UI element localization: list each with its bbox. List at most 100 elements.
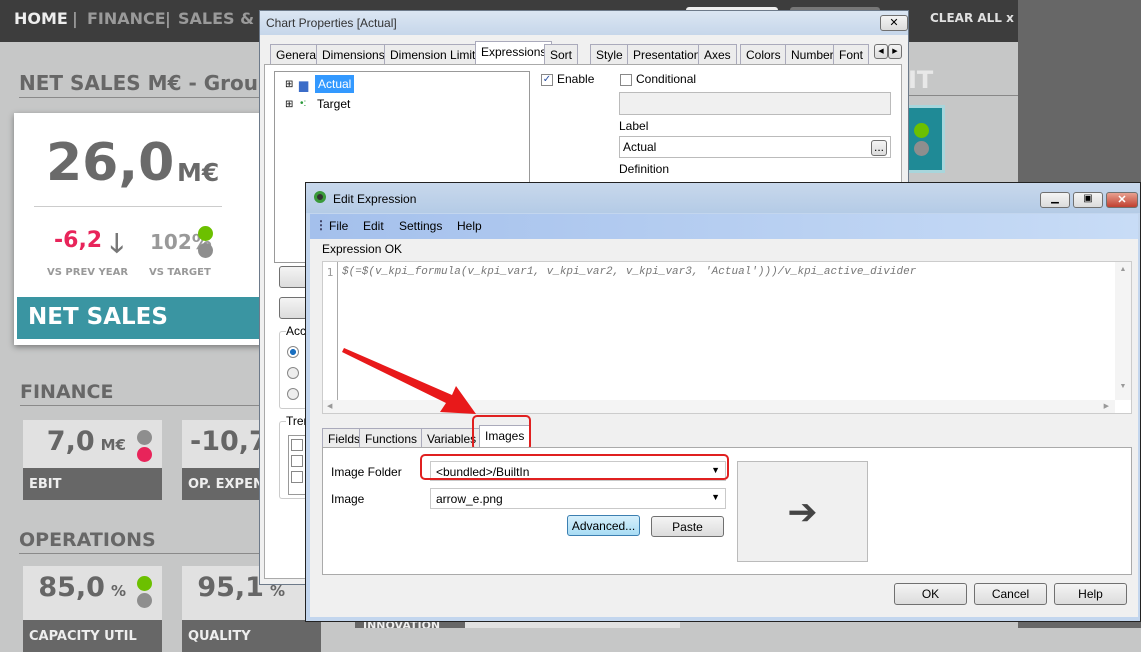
kpi-value: 85,0%: [38, 572, 126, 603]
dropdown-arrow-icon: ▼: [711, 492, 720, 502]
net-sales-value: 26,0: [46, 133, 175, 193]
bar-chart-icon: ▆: [299, 78, 309, 92]
delta-value: -6,2: [54, 228, 103, 253]
kpi-value: -10,7: [190, 426, 268, 457]
checkbox[interactable]: [291, 455, 303, 467]
clear-all-label: CLEAR ALL: [930, 11, 1002, 25]
nav-home[interactable]: HOME: [14, 9, 68, 28]
tab-colors[interactable]: Colors: [740, 44, 787, 65]
image-folder-label: Image Folder: [331, 465, 402, 479]
kpi-unit: M€: [100, 436, 126, 454]
enable-checkbox[interactable]: ✓ Enable: [541, 72, 594, 86]
paste-button[interactable]: Paste: [651, 516, 724, 537]
close-button[interactable]: ✕: [1106, 192, 1138, 208]
conditional-input[interactable]: [619, 92, 891, 115]
expand-icon[interactable]: ⊞: [285, 79, 293, 90]
section-title-right: IT: [908, 66, 1018, 96]
tab-style[interactable]: Style: [590, 44, 629, 65]
kpi-number: 85,0: [38, 572, 105, 603]
conditional-checkbox[interactable]: Conditional: [620, 72, 696, 86]
label-ellipsis-button[interactable]: ...: [871, 140, 887, 156]
radio-selected[interactable]: [287, 346, 299, 358]
advanced-button[interactable]: Advanced...: [567, 515, 640, 536]
net-sales-unit: M€: [177, 158, 220, 187]
kpi-label: EBIT: [23, 468, 162, 500]
tab-number[interactable]: Number: [785, 44, 840, 65]
tab-scroll-right[interactable]: ▶: [888, 44, 902, 59]
advanced-label: Advanced...: [571, 519, 636, 533]
image-label: Image: [331, 492, 365, 506]
vertical-scrollbar[interactable]: ▲ ▼: [1115, 262, 1131, 400]
close-icon: x: [1006, 11, 1014, 25]
section-operations: OPERATIONS: [19, 529, 259, 554]
status-dot-green: [914, 123, 929, 138]
close-button[interactable]: ✕: [880, 15, 908, 31]
divider: [34, 206, 222, 207]
kpi-card-right[interactable]: [908, 105, 945, 173]
help-button[interactable]: Help: [1054, 583, 1127, 605]
checkbox-checked: ✓: [541, 73, 553, 86]
tab-axes[interactable]: Axes: [698, 44, 737, 65]
title-bar: Chart Properties [Actual] ✕: [260, 11, 908, 35]
image-preview-arrow-icon: ➔: [737, 461, 868, 562]
kpi-value: 7,0 M€: [47, 426, 126, 457]
ok-button[interactable]: OK: [894, 583, 967, 605]
tab-expressions[interactable]: Expressions: [475, 41, 553, 65]
dialog-title: Chart Properties [Actual]: [266, 16, 397, 30]
qlikview-logo-icon: [314, 191, 326, 203]
cancel-button[interactable]: Cancel: [974, 583, 1047, 605]
status-dot-red: [137, 447, 152, 462]
status-dot-gray: [198, 243, 213, 258]
tab-dimensions[interactable]: Dimensions: [316, 44, 391, 65]
tree-item-actual[interactable]: Actual: [315, 75, 355, 93]
pct-label: VS TARGET: [149, 267, 211, 278]
radio[interactable]: [287, 367, 299, 379]
menu-bar: ⋮ File Edit Settings Help: [310, 214, 1138, 239]
status-dot-green: [198, 226, 213, 241]
menu-settings[interactable]: Settings: [399, 219, 442, 233]
maximize-button[interactable]: ▣: [1073, 192, 1103, 208]
clear-all-button[interactable]: CLEAR ALL x: [930, 11, 1014, 25]
net-sales-card[interactable]: 26,0 M€ -6,2 🡓 102% VS PREV YEAR VS TARG…: [14, 113, 276, 345]
nav-separator: |: [165, 9, 171, 28]
highlight-box: [420, 454, 729, 480]
highlight-box: [472, 415, 531, 451]
enable-label: Enable: [557, 72, 595, 86]
images-panel: Image Folder <bundled>/BuiltIn ▼ Image ar…: [322, 447, 1132, 575]
tab-font[interactable]: Font: [833, 44, 870, 65]
delta-label: VS PREV YEAR: [47, 267, 129, 278]
minimize-button[interactable]: ▁: [1040, 192, 1070, 208]
radio[interactable]: [287, 388, 299, 400]
menu-help[interactable]: Help: [457, 219, 482, 233]
kpi-number: 95,1: [197, 572, 264, 603]
section-finance: FINANCE: [20, 381, 260, 406]
scatter-icon: •:: [300, 98, 307, 109]
label-input[interactable]: Actual: [619, 136, 891, 158]
checkbox[interactable]: [291, 471, 303, 483]
arrow-down-icon: 🡓: [110, 229, 124, 259]
nav-finance[interactable]: FINANCE: [87, 9, 166, 28]
kpi-card-ebit[interactable]: 7,0 M€ EBIT: [23, 420, 162, 500]
checkbox-unchecked: [620, 73, 632, 86]
tab-presentation[interactable]: Presentation: [627, 44, 707, 65]
tree-item-target[interactable]: Target: [317, 97, 350, 111]
nav-separator: |: [72, 9, 78, 28]
menu-edit[interactable]: Edit: [363, 219, 384, 233]
expression-status: Expression OK: [322, 242, 403, 256]
tab-dimension-limits[interactable]: Dimension Limits: [384, 44, 488, 65]
tab-functions[interactable]: Functions: [359, 428, 424, 449]
label-caption: Label: [619, 119, 649, 133]
image-select[interactable]: arrow_e.png ▼: [430, 488, 726, 509]
menu-file[interactable]: File: [329, 219, 348, 233]
tab-bar: General Dimensions Dimension Limits Expr…: [270, 41, 902, 65]
kpi-card-innovation[interactable]: INNOVATION IND: [355, 621, 680, 628]
status-dot-gray: [914, 141, 929, 156]
kpi-unit: %: [110, 582, 126, 600]
expand-icon[interactable]: ⊞: [285, 99, 293, 110]
tab-sort[interactable]: Sort: [544, 44, 579, 65]
status-dot-gray: [137, 430, 152, 445]
dialog-body: Expression OK 1 $(=$(v_kpi_formula(v_kpi…: [310, 239, 1138, 617]
kpi-card-capacity[interactable]: 85,0% CAPACITY UTIL: [23, 566, 162, 652]
checkbox[interactable]: [291, 439, 303, 451]
tab-scroll-left[interactable]: ◀: [874, 44, 888, 59]
